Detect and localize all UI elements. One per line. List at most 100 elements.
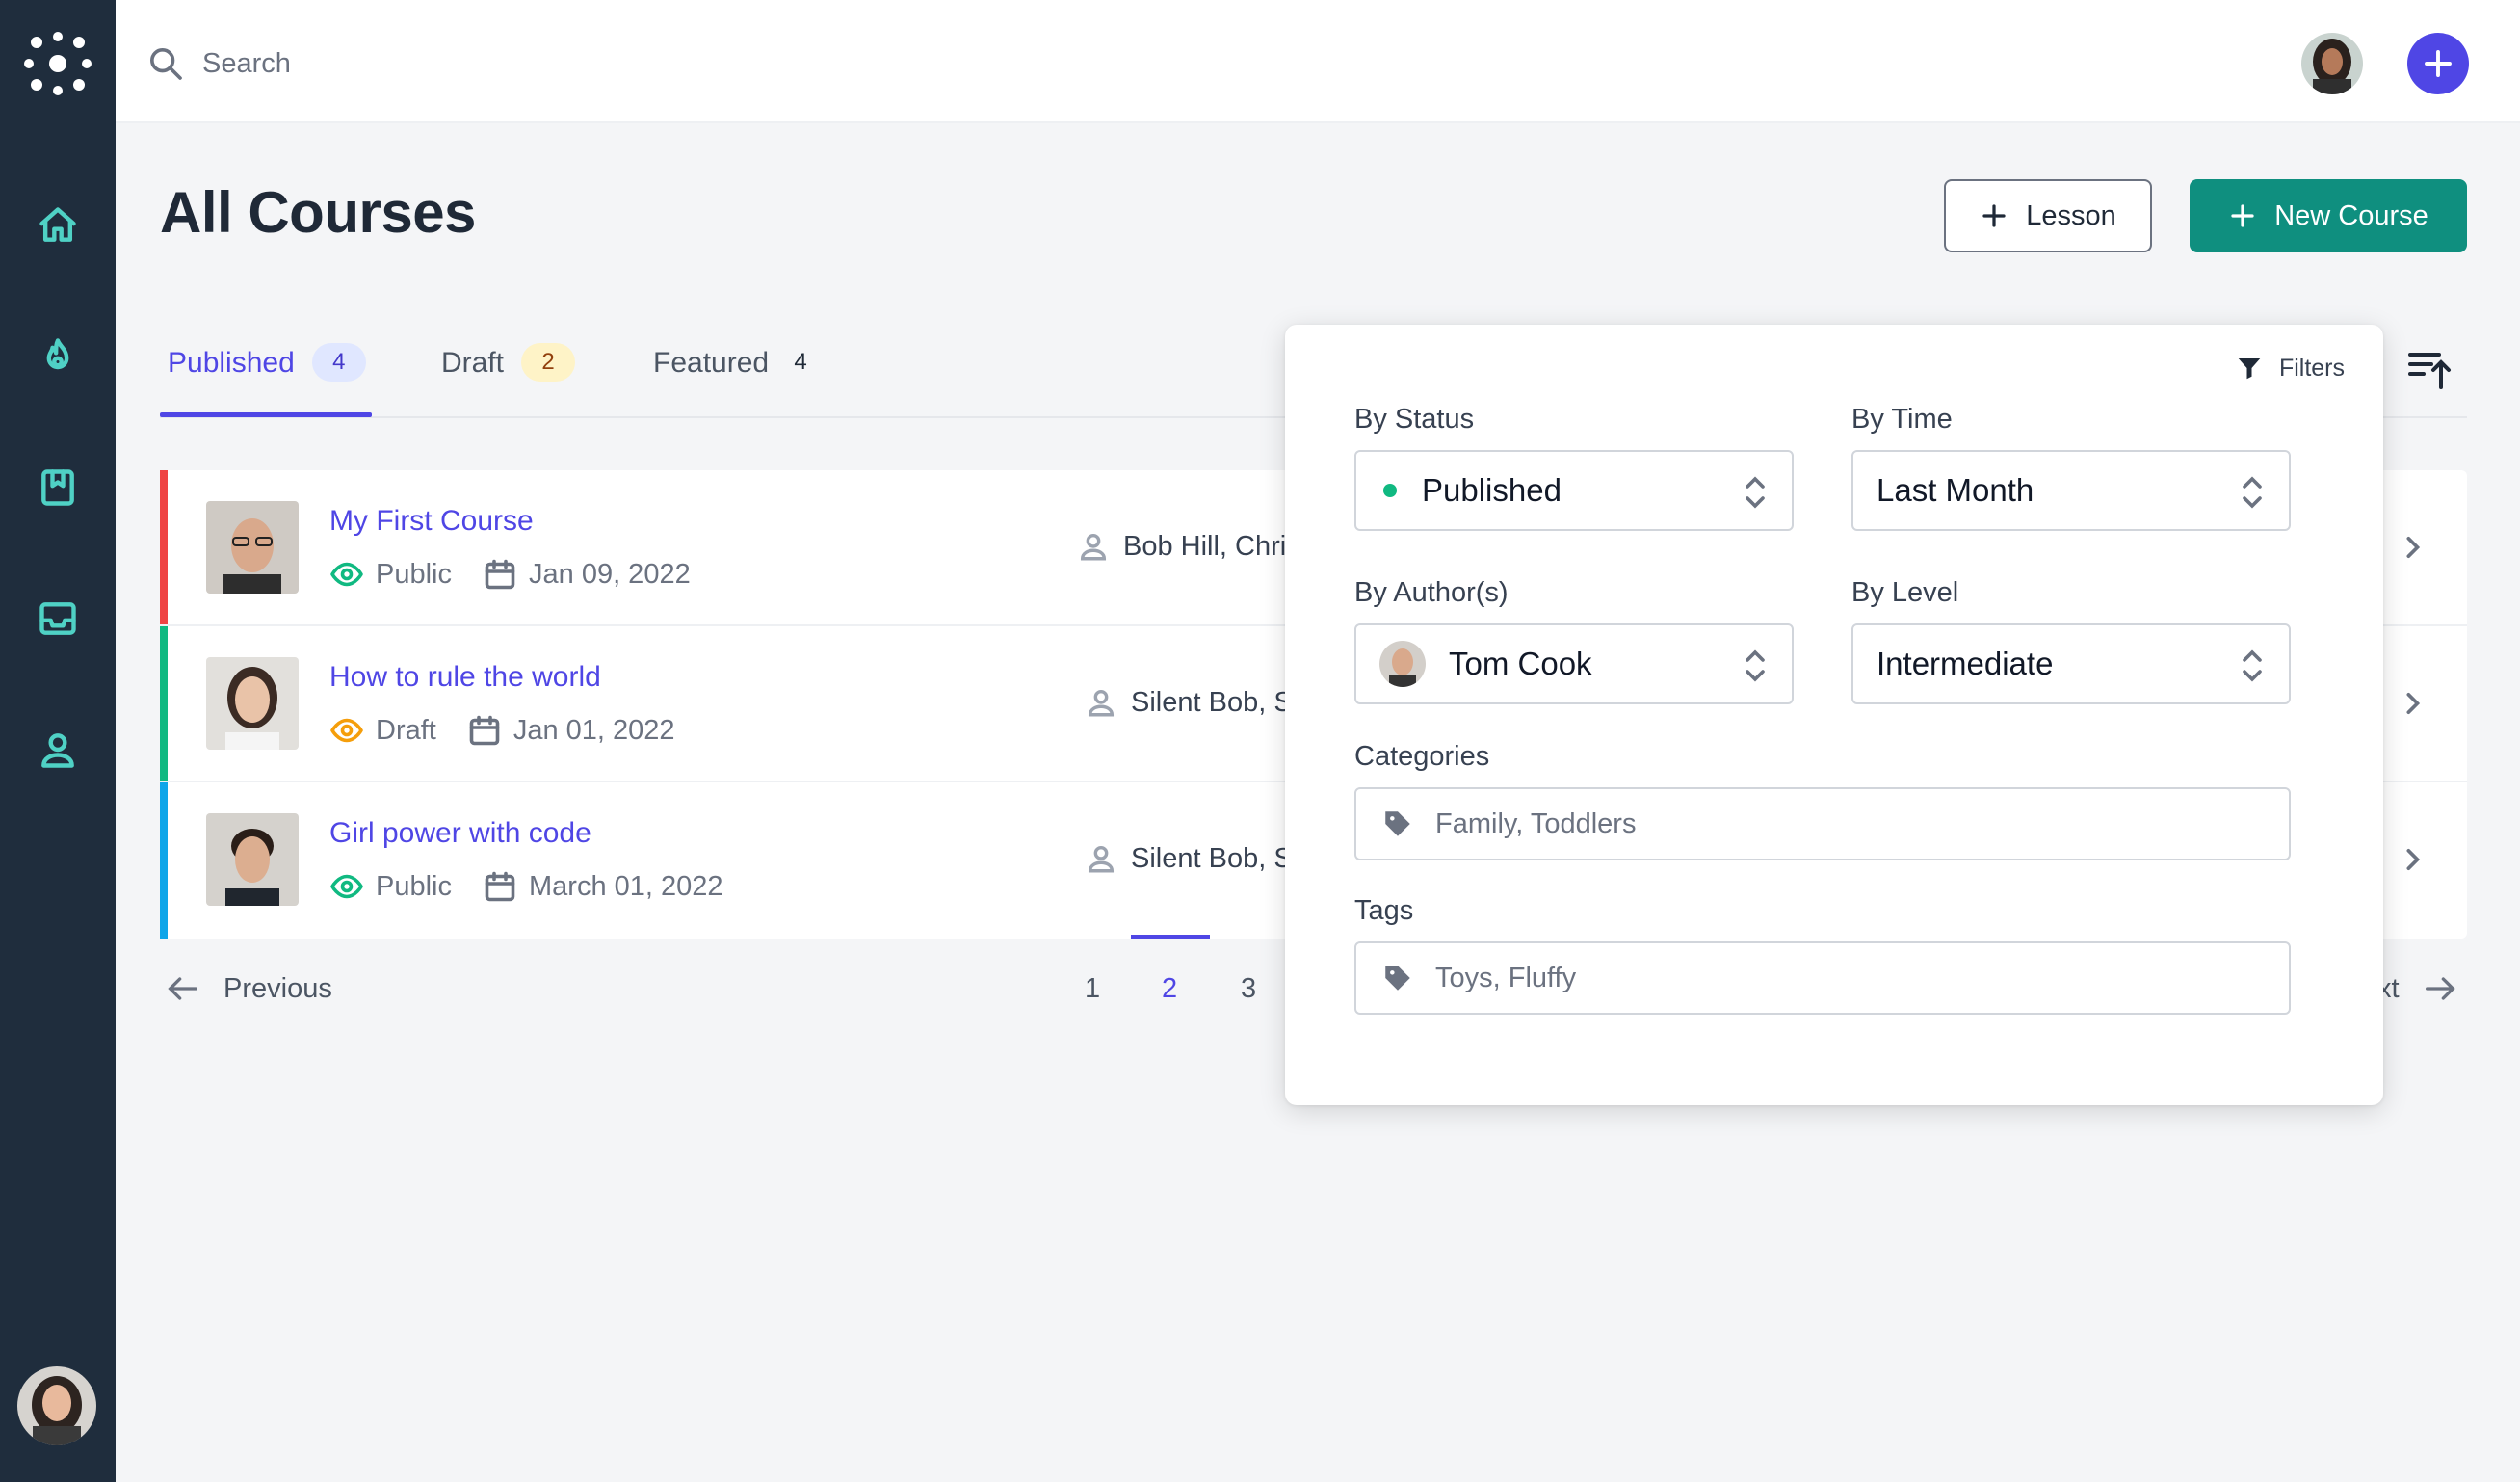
course-authors-text: Bob Hill, Chri	[1123, 530, 1287, 562]
calendar-icon	[469, 715, 500, 746]
person-icon	[1088, 689, 1115, 717]
funnel-icon	[2238, 358, 2261, 380]
arrow-right-icon	[2425, 977, 2455, 1000]
tags-input[interactable]: Toys, Fluffy	[1354, 941, 2291, 1015]
course-meta: Public Jan 09, 2022	[329, 557, 691, 592]
add-lesson-label: Lesson	[2026, 199, 2116, 231]
tab-count-badge: 2	[521, 343, 576, 382]
level-select-value: Intermediate	[1877, 646, 2054, 681]
app-logo-icon[interactable]	[23, 29, 92, 98]
inbox-icon[interactable]	[35, 595, 81, 642]
select-updown-icon	[2243, 476, 2262, 509]
author-select[interactable]: Tom Cook	[1354, 623, 1794, 704]
sidebar-user-avatar[interactable]	[17, 1366, 96, 1445]
filters-title: Filters	[2278, 354, 2345, 382]
tag-icon	[1385, 966, 1410, 991]
tab-label: Featured	[653, 347, 770, 379]
plus-icon	[2425, 50, 2452, 77]
course-authors: Silent Bob, S	[1085, 842, 1293, 875]
time-select-value: Last Month	[1877, 472, 2034, 508]
course-authors-text: Silent Bob, S	[1131, 686, 1293, 718]
course-date: Jan 09, 2022	[529, 558, 691, 590]
current-page-indicator	[1131, 935, 1210, 939]
active-tab-indicator	[160, 412, 372, 417]
sort-icon[interactable]	[2404, 345, 2454, 395]
user-icon[interactable]	[35, 727, 81, 773]
chevron-right-icon[interactable]	[2391, 682, 2433, 725]
person-icon	[1088, 845, 1115, 873]
chevron-right-icon[interactable]	[2391, 526, 2433, 569]
sidebar	[0, 0, 116, 1482]
tags-value: Toys, Fluffy	[1435, 962, 1577, 993]
calendar-icon	[485, 871, 515, 902]
level-select[interactable]: Intermediate	[1851, 623, 2291, 704]
tab-featured[interactable]: Featured 4	[653, 343, 815, 418]
tab-count-badge: 4	[794, 349, 807, 375]
add-lesson-button[interactable]: Lesson	[1944, 179, 2152, 252]
tab-label: Published	[168, 347, 295, 379]
page-3-link[interactable]: 3	[1241, 973, 1256, 1005]
create-plus-button[interactable]	[2407, 33, 2469, 94]
bookmark-book-icon[interactable]	[35, 464, 81, 511]
categories-label: Categories	[1354, 741, 1490, 772]
select-updown-icon	[1746, 476, 1765, 509]
previous-page-button[interactable]: Previous	[164, 969, 332, 1008]
course-authors-text: Silent Bob, S	[1131, 842, 1293, 874]
time-select[interactable]: Last Month	[1851, 450, 2291, 531]
course-thumbnail	[206, 501, 299, 594]
course-visibility: Draft	[376, 714, 436, 746]
by-author-label: By Author(s)	[1354, 577, 1509, 608]
status-select-value: Published	[1422, 472, 1562, 508]
page-1-link[interactable]: 1	[1085, 973, 1100, 1005]
author-avatar	[1379, 641, 1426, 687]
author-select-value: Tom Cook	[1449, 646, 1592, 681]
chevron-right-icon[interactable]	[2391, 838, 2433, 881]
search-input[interactable]	[202, 39, 877, 89]
categories-value: Family, Toddlers	[1435, 807, 1637, 839]
tab-count-badge: 4	[311, 343, 366, 382]
course-title-link[interactable]: My First Course	[329, 505, 534, 538]
tags-label: Tags	[1354, 895, 1414, 926]
previous-label: Previous	[223, 972, 332, 1004]
page-title: All Courses	[160, 180, 476, 245]
home-icon[interactable]	[35, 202, 81, 249]
eye-icon	[330, 874, 363, 899]
course-thumbnail	[206, 813, 299, 906]
eye-icon	[330, 718, 363, 743]
new-course-label: New Course	[2274, 199, 2428, 231]
course-title-link[interactable]: Girl power with code	[329, 817, 591, 850]
page-2-link[interactable]: 2	[1162, 973, 1177, 1005]
person-icon	[1080, 533, 1107, 561]
eye-icon	[330, 562, 363, 587]
tag-icon	[1385, 811, 1410, 836]
course-visibility: Public	[376, 870, 452, 902]
course-status-stripe	[160, 470, 168, 624]
tab-published[interactable]: Published 4	[168, 343, 366, 418]
by-time-label: By Time	[1851, 404, 1953, 435]
arrow-left-icon	[168, 977, 197, 1000]
next-page-button[interactable]: xt	[2377, 969, 2459, 1008]
select-updown-icon	[1746, 649, 1765, 682]
plus-icon	[1982, 204, 2006, 227]
by-level-label: By Level	[1851, 577, 1959, 608]
tab-label: Draft	[441, 347, 505, 379]
course-meta: Public March 01, 2022	[329, 869, 723, 904]
categories-input[interactable]: Family, Toddlers	[1354, 787, 2291, 860]
course-status-stripe	[160, 782, 168, 939]
course-date: March 01, 2022	[529, 870, 723, 902]
by-status-label: By Status	[1354, 404, 1475, 435]
fire-icon[interactable]	[35, 333, 81, 380]
header-user-avatar[interactable]	[2301, 33, 2363, 94]
course-thumbnail	[206, 657, 299, 750]
course-date: Jan 01, 2022	[512, 714, 675, 746]
calendar-icon	[485, 559, 515, 590]
plus-icon	[2231, 204, 2254, 227]
tab-draft[interactable]: Draft 2	[441, 343, 576, 418]
status-select[interactable]: Published	[1354, 450, 1794, 531]
new-course-button[interactable]: New Course	[2190, 179, 2467, 252]
course-title-link[interactable]: How to rule the world	[329, 661, 601, 694]
course-meta: Draft Jan 01, 2022	[329, 713, 675, 748]
course-status-stripe	[160, 626, 168, 781]
select-updown-icon	[2243, 649, 2262, 682]
course-authors: Silent Bob, S	[1085, 686, 1293, 719]
